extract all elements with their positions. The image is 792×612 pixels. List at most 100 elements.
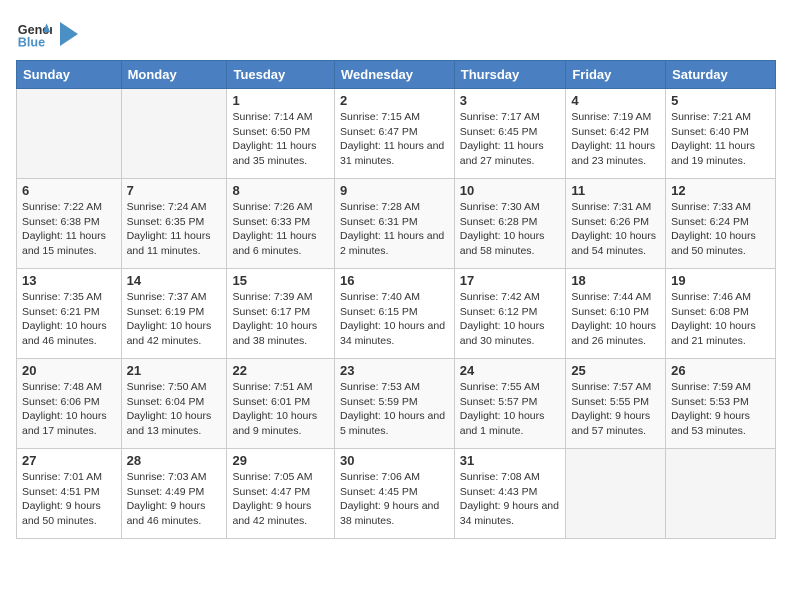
daylight: Daylight: 11 hours and 6 minutes.: [232, 230, 316, 257]
weekday-header-tuesday: Tuesday: [227, 61, 335, 89]
day-number: 20: [22, 363, 116, 378]
cell-content: Sunrise: 7:06 AMSunset: 4:45 PMDaylight:…: [340, 470, 449, 529]
sunrise: Sunrise: 7:26 AM: [232, 201, 312, 213]
cell-content: Sunrise: 7:22 AMSunset: 6:38 PMDaylight:…: [22, 200, 116, 259]
calendar-cell: 4Sunrise: 7:19 AMSunset: 6:42 PMDaylight…: [566, 89, 666, 179]
sunset: Sunset: 6:17 PM: [232, 306, 310, 318]
daylight: Daylight: 10 hours and 34 minutes.: [340, 320, 445, 347]
sunrise: Sunrise: 7:28 AM: [340, 201, 420, 213]
daylight: Daylight: 9 hours and 50 minutes.: [22, 500, 101, 527]
day-number: 13: [22, 273, 116, 288]
sunrise: Sunrise: 7:06 AM: [340, 471, 420, 483]
calendar-cell: 7Sunrise: 7:24 AMSunset: 6:35 PMDaylight…: [121, 179, 227, 269]
sunrise: Sunrise: 7:46 AM: [671, 291, 751, 303]
day-number: 31: [460, 453, 561, 468]
cell-content: Sunrise: 7:21 AMSunset: 6:40 PMDaylight:…: [671, 110, 770, 169]
calendar-cell: 22Sunrise: 7:51 AMSunset: 6:01 PMDayligh…: [227, 359, 335, 449]
sunset: Sunset: 5:55 PM: [571, 396, 649, 408]
sunset: Sunset: 6:38 PM: [22, 216, 100, 228]
cell-content: Sunrise: 7:48 AM Sunset: 6:06 PM Daylight:…: [22, 380, 116, 439]
cell-content: Sunrise: 7:08 AMSunset: 4:43 PMDaylight:…: [460, 470, 561, 529]
daylight: Daylight: 10 hours and 21 minutes.: [671, 320, 756, 347]
sunset: Sunset: 6:35 PM: [127, 216, 205, 228]
sunrise: Sunrise: 7:19 AM: [571, 111, 651, 123]
week-row-2: 6 Sunrise: 7:22 AM Sunset: 6:38 PM Daylight…: [17, 179, 776, 269]
calendar-table: SundayMondayTuesdayWednesdayThursdayFrid…: [16, 60, 776, 539]
day-number: 24: [460, 363, 561, 378]
cell-content: Sunrise: 7:30 AMSunset: 6:28 PMDaylight:…: [460, 200, 561, 259]
sunrise: Sunrise: 7:22 AM: [22, 201, 102, 213]
sunset: Sunset: 4:45 PM: [340, 486, 418, 498]
sunrise: Sunrise: 7:08 AM: [460, 471, 540, 483]
sunset: Sunset: 4:51 PM: [22, 486, 100, 498]
week-row-3: 13Sunrise: 7:35 AMSunset: 6:21 PMDayligh…: [17, 269, 776, 359]
daylight: Daylight: 10 hours and 38 minutes.: [232, 320, 317, 347]
week-row-1: 1Sunrise: 7:14 AMSunset: 6:50 PMDaylight…: [17, 89, 776, 179]
daylight: Daylight: 11 hours and 19 minutes.: [671, 140, 755, 167]
sunrise: Sunrise: 7:05 AM: [232, 471, 312, 483]
calendar-cell: [17, 89, 122, 179]
calendar-cell: 6Sunrise: 7:22 AMSunset: 6:38 PMDaylight…: [17, 179, 122, 269]
sunrise: Sunrise: 7:57 AM: [571, 381, 651, 393]
sunrise: Sunrise: 7:21 AM: [671, 111, 751, 123]
sunrise: Sunrise: 7:17 AM: [460, 111, 540, 123]
weekday-header-row: SundayMondayTuesdayWednesdayThursdayFrid…: [17, 61, 776, 89]
cell-content: Sunrise: 7:53 AMSunset: 5:59 PMDaylight:…: [340, 380, 449, 439]
sunset: Sunset: 6:21 PM: [22, 306, 100, 318]
calendar-cell: 1Sunrise: 7:14 AMSunset: 6:50 PMDaylight…: [227, 89, 335, 179]
logo: General Blue: [16, 16, 80, 52]
svg-text:Blue: Blue: [18, 36, 45, 50]
day-number: 15: [232, 273, 329, 288]
daylight: Daylight: 10 hours and 30 minutes.: [460, 320, 545, 347]
daylight: Daylight: 10 hours and 9 minutes.: [232, 410, 317, 437]
day-number: 27: [22, 453, 116, 468]
calendar-cell: 2Sunrise: 7:15 AMSunset: 6:47 PMDaylight…: [334, 89, 454, 179]
day-number: 7: [127, 183, 222, 198]
sunset: Sunset: 6:45 PM: [460, 126, 538, 138]
sunrise: Sunrise: 7:40 AM: [340, 291, 420, 303]
cell-content: Sunrise: 7:55 AMSunset: 5:57 PMDaylight:…: [460, 380, 561, 439]
daylight: Daylight: 11 hours and 27 minutes.: [460, 140, 544, 167]
weekday-header-wednesday: Wednesday: [334, 61, 454, 89]
sunrise: Sunrise: 7:48 AM: [22, 381, 102, 393]
sunrise: Sunrise: 7:15 AM: [340, 111, 420, 123]
cell-content: Sunrise: 7:01 AMSunset: 4:51 PMDaylight:…: [22, 470, 116, 529]
sunrise: Sunrise: 7:14 AM: [232, 111, 312, 123]
calendar-cell: 17Sunrise: 7:42 AMSunset: 6:12 PMDayligh…: [454, 269, 566, 359]
daylight: Daylight: 9 hours and 46 minutes.: [127, 500, 206, 527]
weekday-header-monday: Monday: [121, 61, 227, 89]
cell-content: Sunrise: 7:17 AM Sunset: 6:45 PM Daylight:…: [460, 110, 561, 169]
sunset: Sunset: 5:53 PM: [671, 396, 749, 408]
sunrise: Sunrise: 7:51 AM: [232, 381, 312, 393]
daylight: Daylight: 11 hours and 35 minutes.: [232, 140, 316, 167]
calendar-cell: 10Sunrise: 7:30 AMSunset: 6:28 PMDayligh…: [454, 179, 566, 269]
cell-content: Sunrise: 7:51 AMSunset: 6:01 PMDaylight:…: [232, 380, 329, 439]
cell-content: Sunrise: 7:03 AMSunset: 4:49 PMDaylight:…: [127, 470, 222, 529]
sunset: Sunset: 5:59 PM: [340, 396, 418, 408]
logo-triangle-icon: [58, 20, 80, 48]
calendar-cell: 18Sunrise: 7:44 AMSunset: 6:10 PMDayligh…: [566, 269, 666, 359]
calendar-cell: 29Sunrise: 7:05 AMSunset: 4:47 PMDayligh…: [227, 449, 335, 539]
week-row-4: 20 Sunrise: 7:48 AM Sunset: 6:06 PM Dayligh…: [17, 359, 776, 449]
daylight: Daylight: 10 hours and 17 minutes.: [22, 410, 107, 437]
week-row-5: 27 Sunrise: 7:01 AMSunset: 4:51 PMDayligh…: [17, 449, 776, 539]
sunset: Sunset: 5:57 PM: [460, 396, 538, 408]
daylight: Daylight: 10 hours and 50 minutes.: [671, 230, 756, 257]
day-number: 19: [671, 273, 770, 288]
day-number: 18: [571, 273, 660, 288]
calendar-cell: 11Sunrise: 7:31 AMSunset: 6:26 PMDayligh…: [566, 179, 666, 269]
calendar-cell: 30Sunrise: 7:06 AMSunset: 4:45 PMDayligh…: [334, 449, 454, 539]
sunset: Sunset: 4:47 PM: [232, 486, 310, 498]
day-number: 5: [671, 93, 770, 108]
sunset: Sunset: 6:47 PM: [340, 126, 418, 138]
calendar-cell: 26Sunrise: 7:59 AMSunset: 5:53 PMDayligh…: [666, 359, 776, 449]
daylight: Daylight: 11 hours and 2 minutes.: [340, 230, 444, 257]
sunrise: Sunrise: 7:42 AM: [460, 291, 540, 303]
sunrise: Sunrise: 7:53 AM: [340, 381, 420, 393]
day-number: 17: [460, 273, 561, 288]
sunrise: Sunrise: 7:31 AM: [571, 201, 651, 213]
sunset: Sunset: 6:06 PM: [22, 396, 100, 408]
sunset: Sunset: 6:08 PM: [671, 306, 749, 318]
day-number: 28: [127, 453, 222, 468]
day-number: 6: [22, 183, 116, 198]
